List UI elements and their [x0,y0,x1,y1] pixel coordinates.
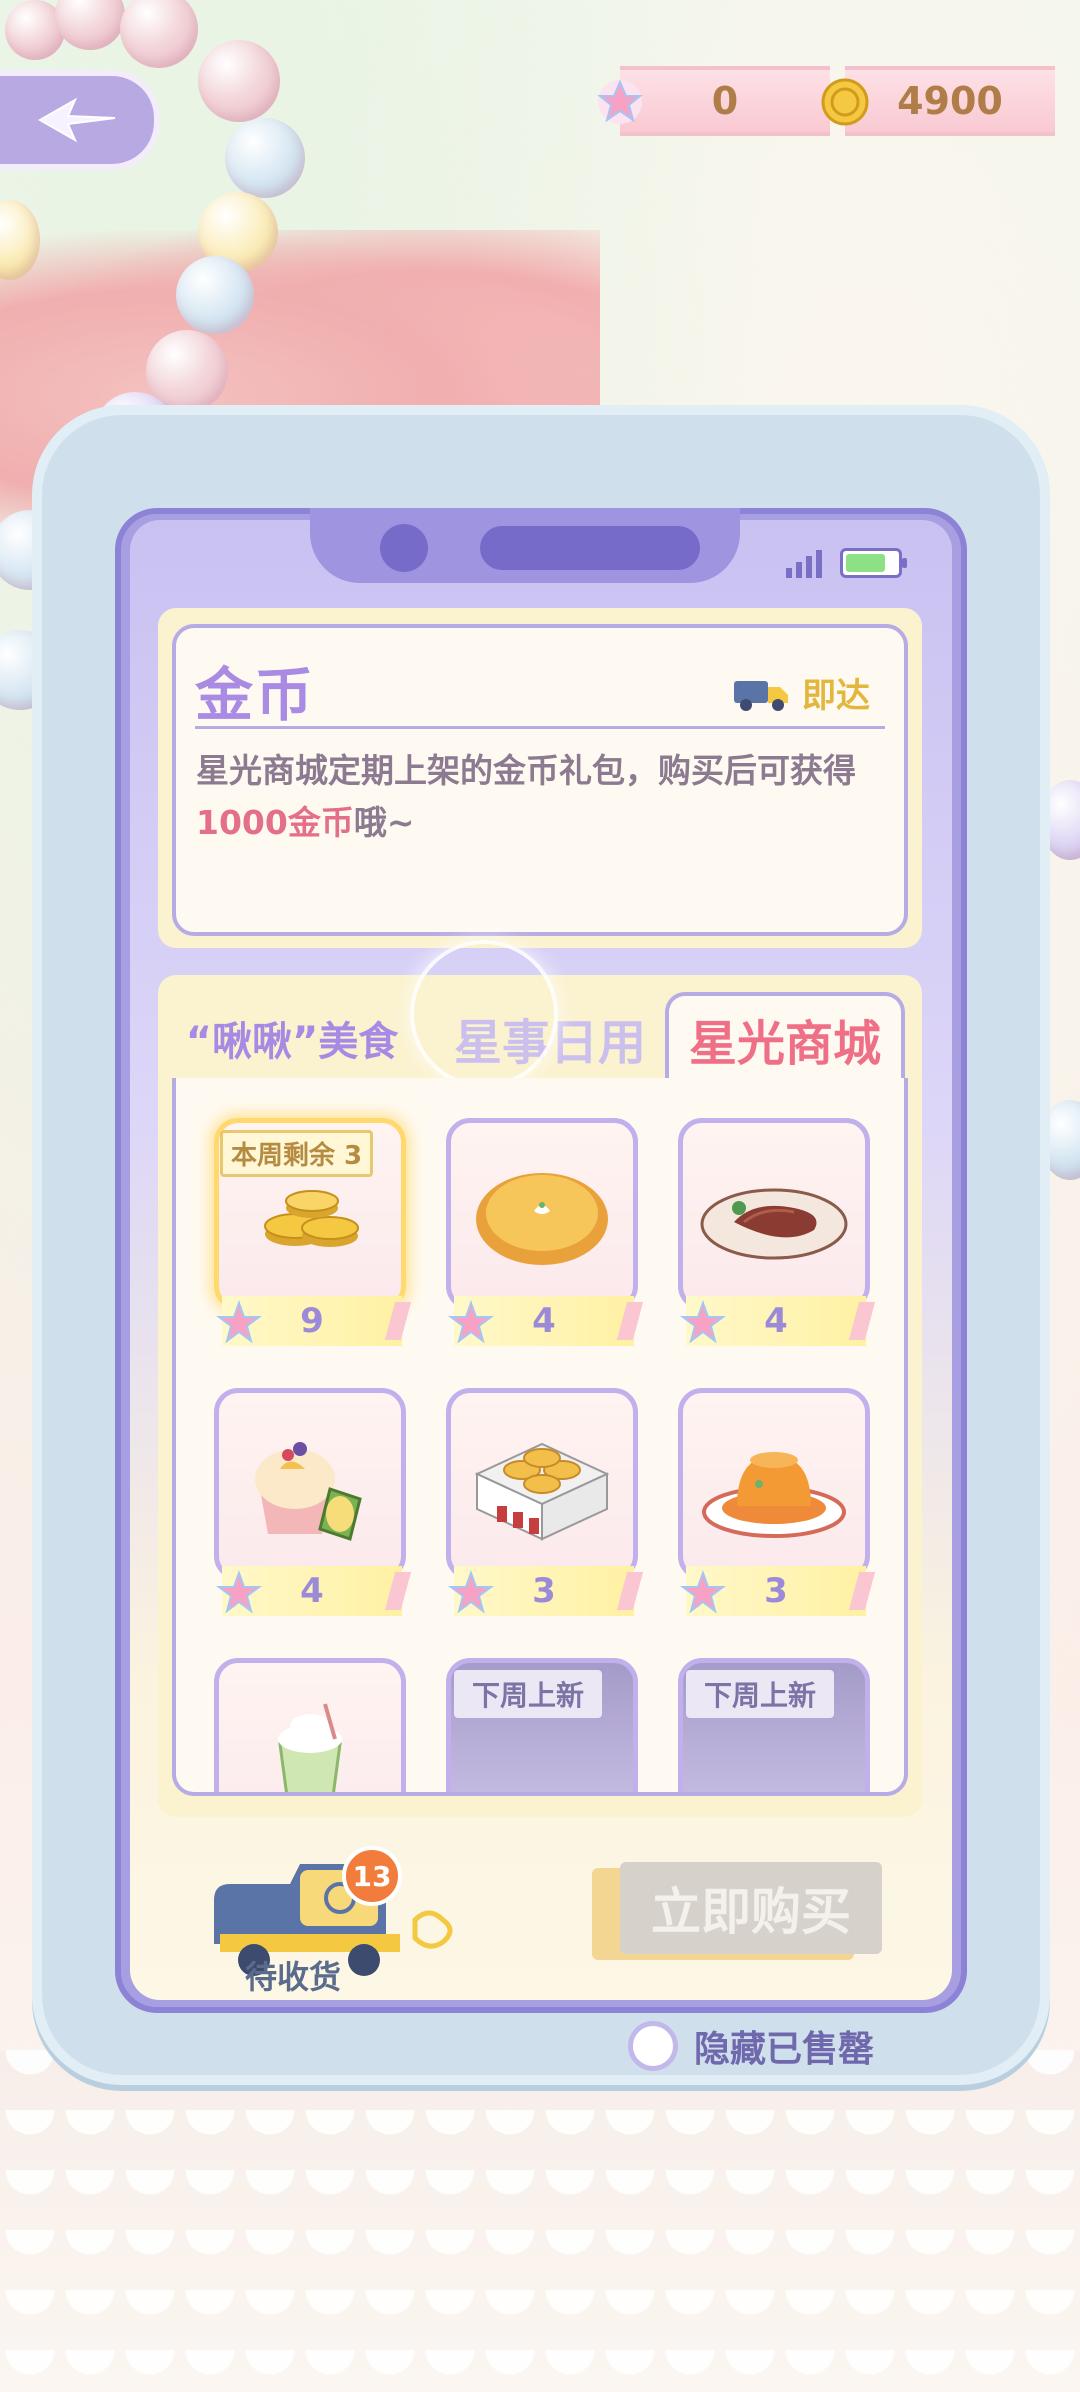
item-title: 金币 [195,661,316,729]
rainbow-star-icon [448,1570,494,1614]
coin-icon [821,78,869,126]
delivery-label: 即达 [802,676,870,716]
egg-tarts-icon [474,1442,610,1541]
delivery-truck-icon [734,680,788,711]
rainbow-star-icon [216,1300,262,1344]
coin-currency: 4900 [821,66,1055,136]
shop-item-locked-2[interactable]: 下周上新 [678,1658,870,1792]
battery-icon [840,548,907,578]
signal-icon [786,550,822,578]
shop-item-locked-1[interactable]: 下周上新 [446,1658,638,1792]
item-price: 4 [532,1301,556,1341]
shop-item-egg-tarts[interactable]: 3 [446,1388,638,1620]
bead-decoration [176,256,254,334]
tab-star-mall[interactable]: 星光商城 [665,992,905,1082]
back-arrow-icon [37,97,116,143]
rainbow-star-icon [597,79,643,124]
description-suffix: 哦~ [353,803,415,842]
bead-decoration [120,0,198,68]
description-highlight: 1000金币 [196,803,354,842]
description-prefix: 星光商城定期上架的金币礼包，购买后可获得 [196,751,856,790]
shop-item-pie[interactable]: 4 [446,1118,638,1350]
rainbow-star-icon [680,1300,726,1344]
item-price: 4 [764,1301,788,1341]
item-price: 4 [300,1571,324,1611]
shop-item-gold-coins[interactable]: 本周剩余 3 9 [214,1118,406,1350]
next-week-new-tag: 下周上新 [454,1670,603,1718]
tap-highlight-ring [410,940,558,1088]
rainbow-star-icon [680,1570,726,1614]
phone-notch [310,508,740,583]
shop-item-steak[interactable]: 4 [678,1118,870,1350]
matcha-drink-icon [278,1703,342,1792]
pie-icon [476,1173,608,1265]
item-price: 9 [300,1301,324,1341]
item-grid: 本周剩余 3 9 4 4 4 3 3 下周上新 下周上新 [172,1078,908,1796]
rainbow-star-icon [216,1570,262,1614]
bead-decoration [225,118,305,198]
hide-sold-out-toggle[interactable]: 隐藏已售罄 [628,2020,874,2072]
speaker-slot [480,526,700,570]
durian-icecream-icon [255,1442,362,1541]
back-button[interactable] [0,70,160,170]
shop-item-pudding[interactable]: 3 [678,1388,870,1620]
hide-sold-out-label: 隐藏已售罄 [694,2029,875,2070]
camera-dot [380,524,428,572]
shop-item-durian-icecream[interactable]: 4 [214,1388,406,1620]
shop-item-matcha-drink[interactable] [214,1658,406,1792]
steak-icon [700,1188,848,1260]
hide-sold-out-checkbox[interactable] [628,2021,678,2071]
bead-decoration [198,40,280,122]
title-divider [195,726,885,729]
pending-delivery-label: 待收货 [245,1958,342,1996]
next-week-new-tag: 下周上新 [686,1670,835,1718]
star-count: 0 [711,79,739,123]
gold-coins-icon [264,1190,359,1247]
item-price: 3 [764,1571,788,1611]
weekly-remaining-tag: 本周剩余 3 [220,1130,374,1177]
item-price: 3 [532,1571,556,1611]
rainbow-star-icon [448,1300,494,1344]
item-description: 星光商城定期上架的金币礼包，购买后可获得 1000金币哦~ [196,745,886,849]
delivery-badge: 即达 [732,668,870,717]
star-currency: 0 [597,66,830,136]
lace-decoration [0,2050,1080,2392]
buy-now-button[interactable]: 立即购买 [620,1862,882,1954]
tab-food[interactable]: “啾啾”美食 [172,995,412,1080]
pudding-icon [702,1452,846,1538]
coin-count: 4900 [897,79,1003,123]
bead-decoration [55,0,125,50]
pending-count-badge: 13 [342,1846,402,1906]
